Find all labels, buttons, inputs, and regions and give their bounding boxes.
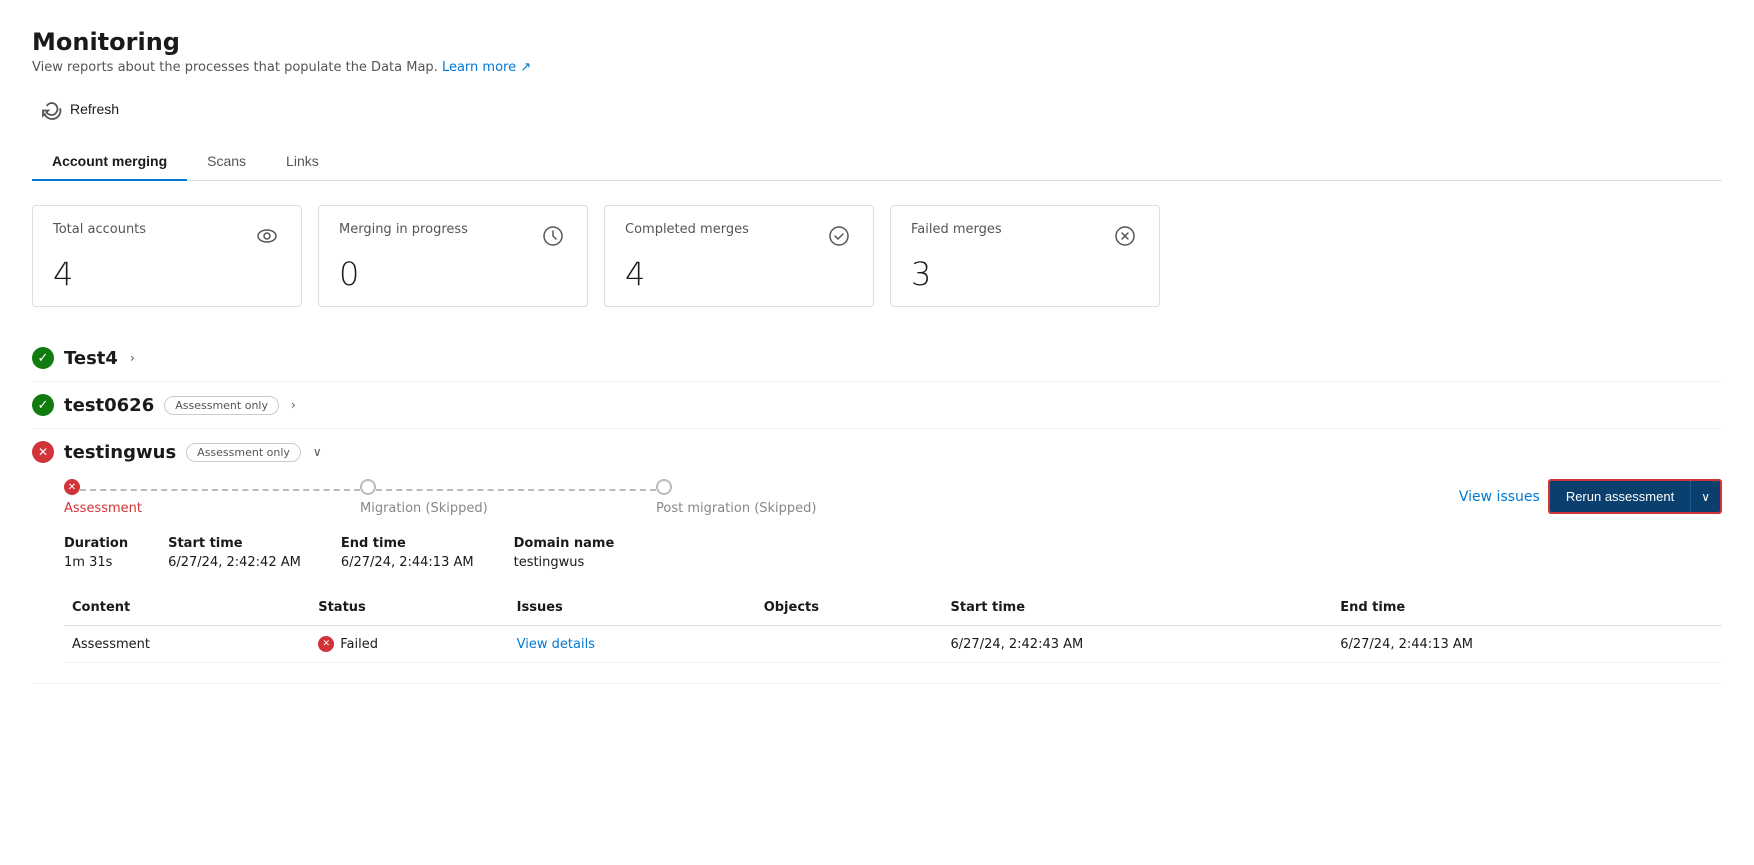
stat-card-failed: Failed merges 3 bbox=[890, 205, 1160, 307]
account-row-testingwus: ✕ testingwus Assessment only ∨ ✕ bbox=[32, 429, 1722, 684]
rerun-dropdown-button[interactable]: ∨ bbox=[1690, 481, 1720, 512]
col-header-content: Content bbox=[64, 590, 310, 626]
content-table-testingwus: Content Status Issues Objects Start time… bbox=[64, 590, 1722, 663]
rerun-btn-group: Rerun assessment ∨ bbox=[1548, 479, 1722, 514]
tab-links[interactable]: Links bbox=[266, 143, 339, 181]
page-subtitle: View reports about the processes that po… bbox=[32, 60, 1722, 75]
assessment-badge-testingwus: Assessment only bbox=[186, 443, 301, 462]
detail-duration-label: Duration bbox=[64, 536, 128, 551]
pipeline-actions: View issues Rerun assessment ∨ bbox=[1459, 479, 1722, 514]
detail-duration: Duration 1m 31s bbox=[64, 536, 128, 570]
step-label-assessment: Assessment bbox=[64, 501, 142, 516]
col-header-end-time: End time bbox=[1332, 590, 1722, 626]
tabs-bar: Account merging Scans Links bbox=[32, 143, 1722, 181]
col-header-start-time: Start time bbox=[943, 590, 1333, 626]
learn-more-link[interactable]: Learn more ↗ bbox=[442, 60, 531, 75]
merge-icon bbox=[539, 222, 567, 250]
stat-card-merging-progress: Merging in progress 0 bbox=[318, 205, 588, 307]
step-migration: Migration (Skipped) bbox=[360, 479, 656, 516]
detail-domain-name: Domain name testingwus bbox=[514, 536, 615, 570]
col-header-objects: Objects bbox=[756, 590, 943, 626]
cell-status: ✕ Failed bbox=[310, 626, 508, 663]
col-header-status: Status bbox=[310, 590, 508, 626]
step-assessment: ✕ Assessment bbox=[64, 479, 360, 516]
stat-card-completed: Completed merges 4 bbox=[604, 205, 874, 307]
account-header-testingwus[interactable]: ✕ testingwus Assessment only ∨ bbox=[32, 441, 1722, 463]
detail-end-time: End time 6/27/24, 2:44:13 AM bbox=[341, 536, 474, 570]
x-circle-icon bbox=[1111, 222, 1139, 250]
detail-start-time: Start time 6/27/24, 2:42:42 AM bbox=[168, 536, 301, 570]
chevron-right-icon-test0626: › bbox=[291, 398, 296, 412]
step-circle-migration bbox=[360, 479, 376, 495]
account-name-testingwus: testingwus bbox=[64, 442, 176, 463]
status-error-icon-row: ✕ bbox=[318, 636, 334, 652]
account-name-test4: Test4 bbox=[64, 348, 118, 369]
toolbar: Refresh bbox=[32, 93, 1722, 125]
cell-objects bbox=[756, 626, 943, 663]
status-cell-content: ✕ Failed bbox=[318, 636, 500, 652]
stat-cards: Total accounts 4 Merging in progress bbox=[32, 205, 1722, 307]
step-label-migration: Migration (Skipped) bbox=[360, 501, 488, 516]
detail-domain-value: testingwus bbox=[514, 555, 615, 570]
tab-scans[interactable]: Scans bbox=[187, 143, 266, 181]
stat-label-failed: Failed merges bbox=[911, 222, 1002, 237]
status-error-icon-testingwus: ✕ bbox=[32, 441, 54, 463]
chevron-down-icon-testingwus: ∨ bbox=[313, 445, 322, 459]
monitoring-page: Monitoring View reports about the proces… bbox=[0, 0, 1754, 865]
step-error-circle-assessment: ✕ bbox=[64, 479, 80, 495]
eye-icon bbox=[253, 222, 281, 250]
detail-end-value: 6/27/24, 2:44:13 AM bbox=[341, 555, 474, 570]
step-line-assessment bbox=[80, 489, 360, 491]
account-row-test0626: ✓ test0626 Assessment only › bbox=[32, 382, 1722, 429]
col-header-issues: Issues bbox=[509, 590, 756, 626]
detail-duration-value: 1m 31s bbox=[64, 555, 128, 570]
accounts-list: ✓ Test4 › ✓ test0626 Assessment only › ✕… bbox=[32, 335, 1722, 684]
stat-value-total: 4 bbox=[53, 258, 281, 290]
stat-label-total: Total accounts bbox=[53, 222, 146, 237]
detail-start-label: Start time bbox=[168, 536, 301, 551]
cell-start-time: 6/27/24, 2:42:43 AM bbox=[943, 626, 1333, 663]
detail-end-label: End time bbox=[341, 536, 474, 551]
account-name-test0626: test0626 bbox=[64, 395, 154, 416]
view-issues-link[interactable]: View issues bbox=[1459, 489, 1540, 505]
cell-issues: View details bbox=[509, 626, 756, 663]
tab-account-merging[interactable]: Account merging bbox=[32, 143, 187, 181]
stat-label-merging: Merging in progress bbox=[339, 222, 468, 237]
page-title: Monitoring bbox=[32, 28, 1722, 56]
stat-card-total-accounts: Total accounts 4 bbox=[32, 205, 302, 307]
account-header-test4[interactable]: ✓ Test4 › bbox=[32, 347, 1722, 369]
account-expanded-testingwus: ✕ Assessment Migration (Skipped) bbox=[32, 463, 1722, 671]
cell-content: Assessment bbox=[64, 626, 310, 663]
step-line-migration bbox=[376, 489, 656, 491]
stat-value-failed: 3 bbox=[911, 258, 1139, 290]
account-row-test4: ✓ Test4 › bbox=[32, 335, 1722, 382]
details-row-testingwus: Duration 1m 31s Start time 6/27/24, 2:42… bbox=[64, 536, 1722, 570]
rerun-assessment-button[interactable]: Rerun assessment bbox=[1550, 481, 1690, 512]
refresh-button[interactable]: Refresh bbox=[32, 93, 127, 125]
step-post-migration: Post migration (Skipped) bbox=[656, 479, 817, 516]
stat-value-completed: 4 bbox=[625, 258, 853, 290]
stat-label-completed: Completed merges bbox=[625, 222, 749, 237]
cell-end-time: 6/27/24, 2:44:13 AM bbox=[1332, 626, 1722, 663]
status-success-icon-test0626: ✓ bbox=[32, 394, 54, 416]
detail-start-value: 6/27/24, 2:42:42 AM bbox=[168, 555, 301, 570]
pipeline-testingwus: ✕ Assessment Migration (Skipped) bbox=[64, 479, 1722, 516]
detail-domain-label: Domain name bbox=[514, 536, 615, 551]
stat-value-merging: 0 bbox=[339, 258, 567, 290]
table-row: Assessment ✕ Failed View details bbox=[64, 626, 1722, 663]
refresh-icon bbox=[40, 97, 64, 121]
assessment-badge-test0626: Assessment only bbox=[164, 396, 279, 415]
table-header-row: Content Status Issues Objects Start time… bbox=[64, 590, 1722, 626]
status-success-icon-test4: ✓ bbox=[32, 347, 54, 369]
chevron-right-icon-test4: › bbox=[130, 351, 135, 365]
pipeline-track: ✕ Assessment Migration (Skipped) bbox=[64, 479, 1459, 516]
step-circle-post-migration bbox=[656, 479, 672, 495]
account-header-test0626[interactable]: ✓ test0626 Assessment only › bbox=[32, 394, 1722, 416]
view-details-link[interactable]: View details bbox=[517, 637, 595, 652]
check-circle-icon bbox=[825, 222, 853, 250]
step-label-post-migration: Post migration (Skipped) bbox=[656, 501, 817, 516]
